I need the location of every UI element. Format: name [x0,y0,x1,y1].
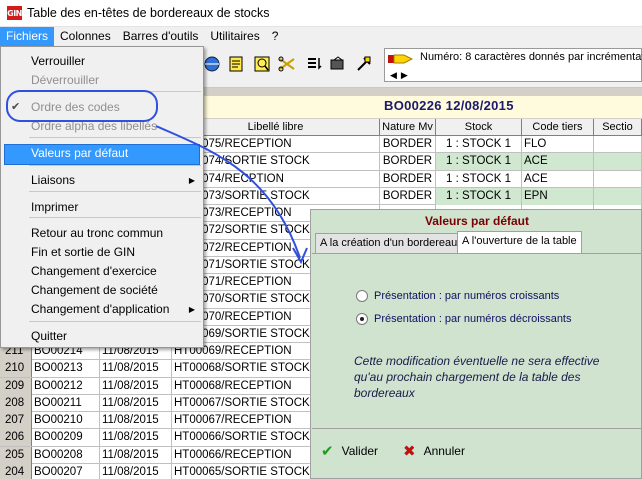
menu-bar: Fichiers Colonnes Barres d'outils Utilit… [0,27,642,46]
bordereau-title: BO00226 12/08/2015 [384,98,514,113]
table-cell[interactable]: BO00209 [32,429,100,447]
table-cell[interactable]: BO00212 [32,377,100,395]
filter-icon[interactable] [252,54,272,74]
tab-creation[interactable]: A la création d'un bordereau [315,233,463,253]
dialog-panel: Présentation : par numéros croissants Pr… [312,253,641,428]
menu-item-verrouiller[interactable]: Verrouiller [31,52,85,70]
tab-ouverture[interactable]: A l'ouverture de la table [457,231,582,253]
sort-icon[interactable] [304,54,324,74]
table-cell[interactable]: 11/08/2015 [100,360,172,378]
radio-decroissants[interactable] [356,313,368,325]
table-cell[interactable] [594,136,642,153]
document-search-icon[interactable] [226,54,246,74]
table-cell[interactable]: BORDER [380,153,436,171]
option-decroissants-label: Présentation : par numéros décroissants [374,313,572,325]
table-cell[interactable]: 1 : STOCK 1 [436,187,522,205]
menu-colonnes[interactable]: Colonnes [54,27,117,46]
table-cell[interactable] [594,170,642,188]
menu-item-quitter[interactable]: Quitter [31,327,67,345]
table-cell[interactable]: 206 [0,429,32,447]
title-bar: GIN Table des en-têtes de bordereaux de … [0,0,642,27]
table-cell[interactable]: BO00210 [32,412,100,429]
table-cell[interactable]: 208 [0,394,32,412]
annotation-arrow [155,125,308,265]
hint-nav-arrows-icon[interactable]: ◀▶ [390,70,412,81]
table-cell[interactable]: 204 [0,463,32,479]
app-logo-icon: GIN [7,6,22,20]
table-cell[interactable]: 205 [0,446,32,464]
annuler-label: Annuler [423,444,465,458]
table-cell[interactable]: BO00213 [32,360,100,378]
table-cell[interactable] [594,153,642,171]
menu-item-changement-de-soci-t-[interactable]: Changement de société [31,281,158,299]
hint-bulb-icon [388,52,414,66]
menu-barres-outils[interactable]: Barres d'outils [117,27,205,46]
table-cell[interactable]: 1 : STOCK 1 [436,136,522,153]
annotation-circle [6,90,158,122]
window-title: Table des en-têtes de bordereaux de stoc… [27,6,270,20]
menu-item-imprimer[interactable]: Imprimer [31,198,78,216]
table-cell[interactable]: 207 [0,412,32,429]
menu-utilitaires[interactable]: Utilitaires [204,27,265,46]
table-cell[interactable]: 1 : STOCK 1 [436,153,522,171]
table-cell[interactable]: BO00208 [32,446,100,464]
col-header-section[interactable]: Sectio [594,119,642,136]
dialog-title: Valeurs par défaut [424,214,530,228]
annuler-button[interactable]: ✖ Annuler [403,442,465,460]
tools-icon[interactable] [354,54,374,74]
table-cell[interactable]: BO00207 [32,463,100,479]
table-cell[interactable]: BORDER [380,170,436,188]
table-cell[interactable]: 209 [0,377,32,395]
table-cell[interactable]: 11/08/2015 [100,463,172,479]
col-header-nature[interactable]: Nature Mv [380,119,436,136]
menu-item-changement-d-exercice[interactable]: Changement d'exercice [31,262,157,280]
table-cell[interactable]: BORDER [380,187,436,205]
cross-icon: ✖ [403,443,416,460]
menu-item-retour-au-tronc-commun[interactable]: Retour au tronc commun [31,224,163,242]
table-cell[interactable]: BO00211 [32,394,100,412]
export-icon[interactable] [328,54,348,74]
menu-item-fin-et-sortie-de-gin[interactable]: Fin et sortie de GIN [31,243,135,261]
table-cell[interactable] [594,187,642,205]
table-cell[interactable]: 210 [0,360,32,378]
radio-croissants[interactable] [356,290,368,302]
checkmark-icon: ✔ [321,443,334,460]
option-croissants[interactable]: Présentation : par numéros croissants [356,290,559,302]
submenu-arrow-icon: ▶ [188,305,195,314]
table-cell[interactable]: BORDER [380,136,436,153]
table-cell[interactable]: FLO [522,136,594,153]
option-decroissants[interactable]: Présentation : par numéros décroissants [356,313,572,325]
table-cell[interactable]: ACE [522,153,594,171]
option-croissants-label: Présentation : par numéros croissants [374,290,560,302]
menu-item-liaisons[interactable]: Liaisons [31,171,75,189]
dialog-note: Cette modification éventuelle ne sera ef… [354,354,600,400]
scissors-icon[interactable] [278,54,298,74]
col-header-tiers[interactable]: Code tiers [522,119,594,136]
menu-item-valeurs-par-d-faut[interactable]: Valeurs par défaut [31,144,128,162]
default-values-dialog: Valeurs par défaut A la création d'un bo… [310,209,642,479]
menu-fichiers[interactable]: Fichiers [0,27,55,46]
globe-icon[interactable] [202,54,222,74]
table-cell[interactable]: 11/08/2015 [100,429,172,447]
table-cell[interactable]: 1 : STOCK 1 [436,170,522,188]
menu-separator [29,321,201,322]
menu-item-changement-d-application[interactable]: Changement d'application [31,300,169,318]
table-cell[interactable]: 11/08/2015 [100,412,172,429]
table-cell[interactable]: EPN [522,187,594,205]
menu-item-d-verrouiller: Déverrouiller [31,73,100,87]
valider-button[interactable]: ✔ Valider [321,442,378,460]
table-cell[interactable]: 11/08/2015 [100,446,172,464]
menu-help[interactable]: ? [266,27,285,46]
hint-text: Numéro: 8 caractères donnés par incrémen… [420,51,642,63]
valider-label: Valider [341,444,379,458]
dialog-separator [312,428,641,429]
table-cell[interactable]: 11/08/2015 [100,394,172,412]
col-header-stock[interactable]: Stock [436,119,522,136]
table-cell[interactable]: 11/08/2015 [100,377,172,395]
table-cell[interactable]: ACE [522,170,594,188]
